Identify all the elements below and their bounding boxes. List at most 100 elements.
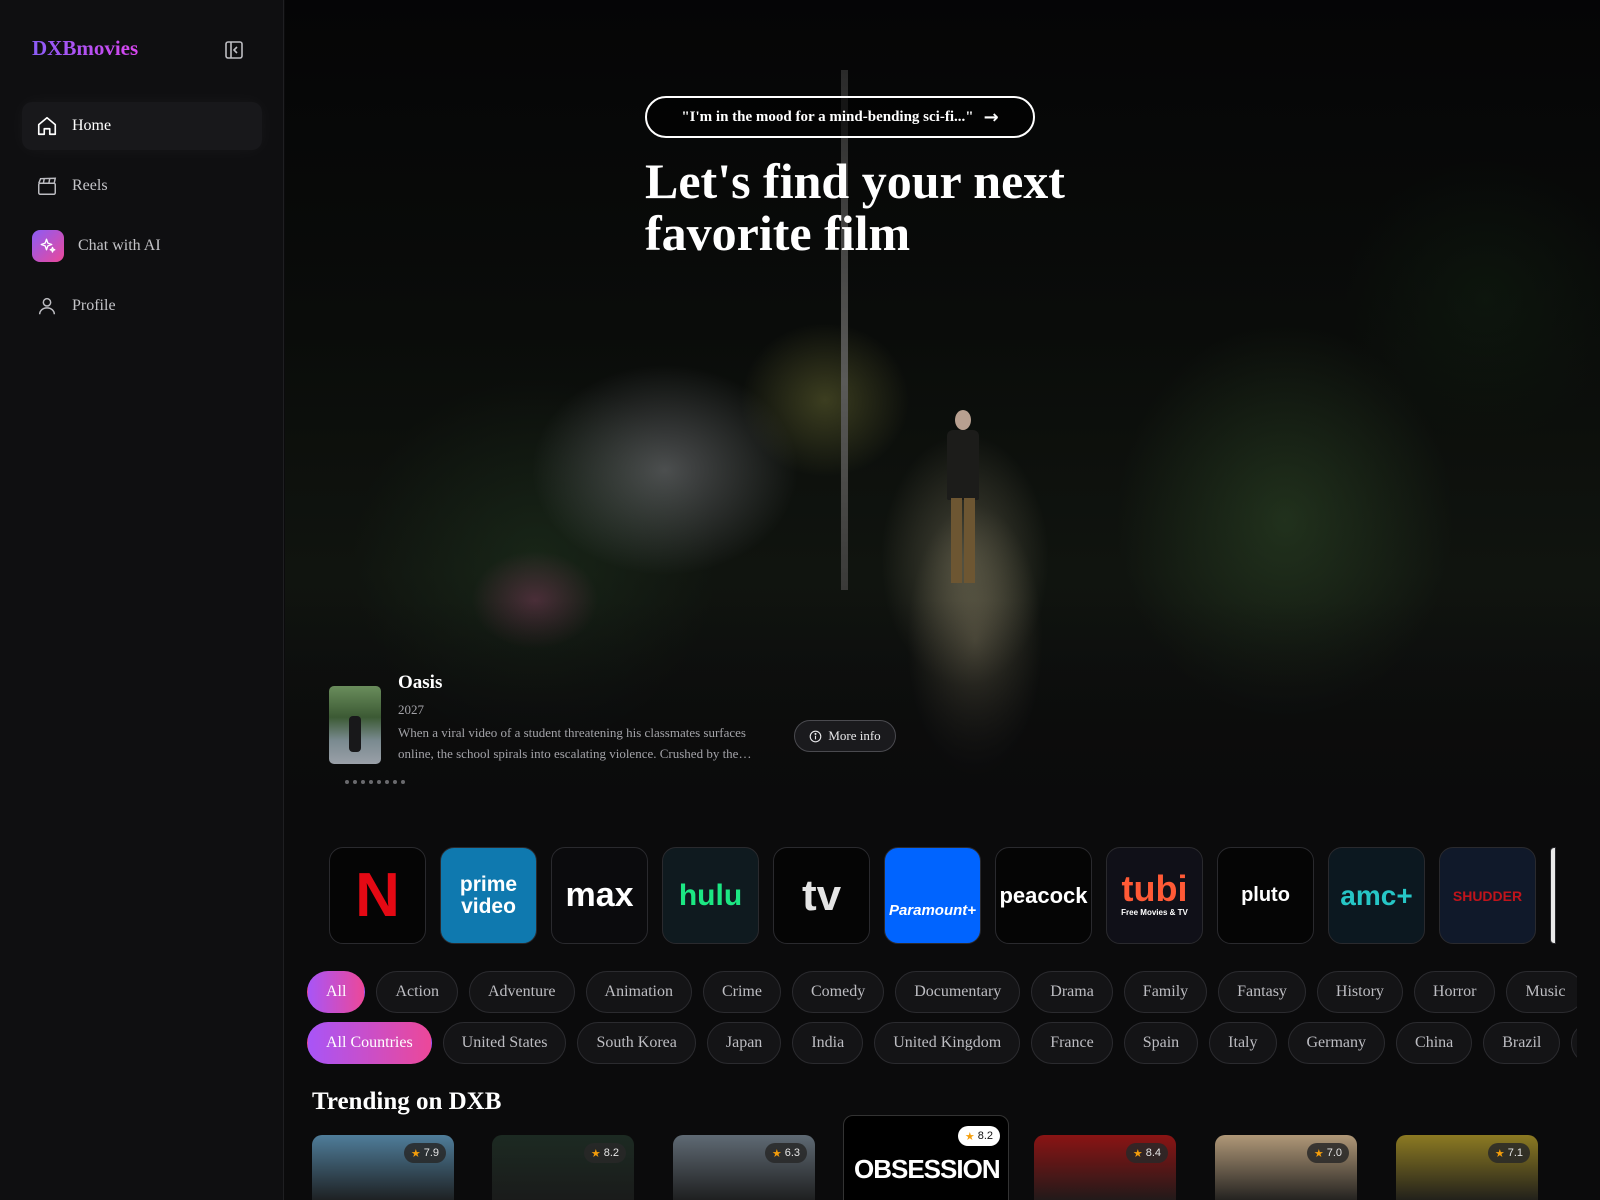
featured-movie: Oasis 2027 When a viral video of a stude… [329,672,1129,792]
genre-filter-row: All Action Adventure Animation Crime Comedy Do… [307,971,1577,1013]
trending-card[interactable]: ★ 7.9 [312,1135,454,1200]
trending-card[interactable]: ★ 8.2 [492,1135,634,1200]
featured-year: 2027 [398,702,424,717]
provider-logo-mark: pluto [1241,884,1290,906]
provider-pluto-tv[interactable]: pluto [1217,847,1314,944]
sidebar-item-label: Profile [72,297,116,314]
sidebar-item-reels[interactable]: Reels [22,162,262,210]
sidebar-item-profile[interactable]: Profile [22,282,262,330]
featured-description: When a viral video of a student threaten… [398,725,752,761]
country-chip[interactable]: Brazil [1483,1022,1561,1064]
provider-logo-mark: tubi [1121,867,1188,909]
genre-chip[interactable]: Comedy [791,971,885,1013]
clapperboard-icon [38,177,57,195]
rating-badge: ★ 6.3 [764,1143,807,1163]
carousel-dot[interactable] [393,780,397,784]
trending-card[interactable]: ★ 8.4 [1034,1135,1176,1200]
country-chip[interactable]: India [792,1022,864,1064]
provider-logo-mark: amc+ [1340,879,1413,911]
country-chip[interactable]: Japan [706,1022,782,1064]
mood-prompt-button[interactable]: "I'm in the mood for a mind-bending sci-… [645,96,1035,138]
provider-logo-mark: tv [801,870,842,920]
provider-next-partial[interactable] [1550,847,1556,944]
carousel-dot[interactable] [401,780,405,784]
info-icon [809,730,822,742]
carousel-dot[interactable] [377,780,381,784]
provider-netflix[interactable]: N [329,847,426,944]
trending-card-title-art: OBSESSION [854,1154,1001,1184]
sidebar-item-home[interactable]: Home [22,102,262,150]
country-chip[interactable]: All Countries [307,1022,432,1064]
country-filter-row: All Countries United States South Korea Jap… [307,1022,1577,1064]
featured-poster-thumbnail[interactable] [329,686,381,764]
sidebar-item-label: Home [72,117,112,134]
streaming-providers-row: Nprime video max hulu tv Paramount+ peacock tu… [329,847,1569,945]
country-chip[interactable]: France [1031,1022,1113,1064]
country-chip[interactable]: South Korea [577,1022,696,1064]
carousel-dots[interactable] [345,780,405,784]
genre-chip[interactable]: All [307,971,366,1013]
country-chip[interactable]: United States [442,1022,567,1064]
provider-logo-mark: peacock [999,882,1088,908]
star-icon: ★ [771,1146,782,1160]
country-chip[interactable]: United Kingdom [874,1022,1021,1064]
provider-shudder[interactable]: SHUDDER [1439,847,1536,944]
carousel-dot[interactable] [361,780,365,784]
genre-chip[interactable]: History [1316,971,1403,1013]
trending-card[interactable]: ★ 7.0 [1215,1135,1357,1200]
genre-chip[interactable]: Animation [585,971,692,1013]
trending-card[interactable]: ★ 6.3 [673,1135,815,1200]
ai-icon-tile [32,230,64,262]
country-chip[interactable]: Germany [1287,1022,1386,1064]
country-chip[interactable]: Spain [1123,1022,1199,1064]
genre-chip[interactable]: Music [1506,971,1577,1013]
sparkles-icon [40,238,56,253]
provider-amc-[interactable]: amc+ [1328,847,1425,944]
genre-chip[interactable]: Documentary [895,971,1021,1013]
provider-tubi[interactable]: tubi Free Movies & TV [1106,847,1203,944]
carousel-dot[interactable] [385,780,389,784]
provider-peacock[interactable]: peacock [995,847,1092,944]
rating-value: 7.0 [1326,1147,1342,1159]
genre-chip[interactable]: Family [1123,971,1208,1013]
genre-chip[interactable]: Crime [702,971,781,1013]
carousel-dot[interactable] [353,780,357,784]
genre-chip[interactable]: Action [376,971,458,1013]
sidebar-collapse-icon[interactable] [224,40,244,60]
featured-title[interactable]: Oasis [398,672,442,694]
star-icon: ★ [964,1129,975,1143]
sidebar-item-chat-ai[interactable]: Chat with AI [22,222,262,270]
provider-paramount-[interactable]: Paramount+ [884,847,981,944]
trending-card[interactable]: ★ 7.1 [1396,1135,1538,1200]
provider-logo-mark: Paramount+ [888,902,977,919]
provider-hulu[interactable]: hulu [662,847,759,944]
rating-badge: ★ 8.4 [1125,1143,1168,1163]
more-info-label: More info [828,728,881,743]
more-info-button[interactable]: More info [794,720,896,752]
brand-logo[interactable]: DXBmovies [32,36,138,61]
genre-chip[interactable]: Fantasy [1218,971,1306,1013]
genre-chip[interactable]: Drama [1031,971,1113,1013]
trending-row: ★ 7.9 ★ 8.2 ★ 6.3 ★ 8.2 OBSESSION ★ 8.4 ★ 7.0 ★ 7.1 [285,1115,1600,1200]
rating-value: 7.9 [423,1147,439,1159]
provider-apple-tv[interactable]: tv [773,847,870,944]
provider-max[interactable]: max [551,847,648,944]
carousel-dot[interactable] [345,780,349,784]
rating-badge: ★ 8.2 [583,1143,626,1163]
provider-logo-mark: max [565,876,634,914]
carousel-dot[interactable] [369,780,373,784]
rating-badge: ★ 7.1 [1487,1143,1530,1163]
provider-prime-video[interactable]: prime video [440,847,537,944]
sidebar-nav: Home Reels Chat with AI Profile [22,102,262,342]
country-chip[interactable]: China [1396,1022,1473,1064]
home-icon [37,116,57,136]
genre-chip[interactable]: Horror [1413,971,1496,1013]
genre-chip[interactable]: Adventure [469,971,575,1013]
trending-card[interactable]: ★ 8.2 OBSESSION [843,1115,1009,1200]
star-icon: ★ [1313,1146,1324,1160]
country-chip[interactable]: Italy [1209,1022,1277,1064]
rating-badge: ★ 8.2 [957,1126,1000,1146]
provider-logo-mark: SHUDDER [1452,887,1523,904]
country-chip[interactable]: Mexic [1571,1022,1577,1064]
rating-badge: ★ 7.0 [1306,1143,1349,1163]
